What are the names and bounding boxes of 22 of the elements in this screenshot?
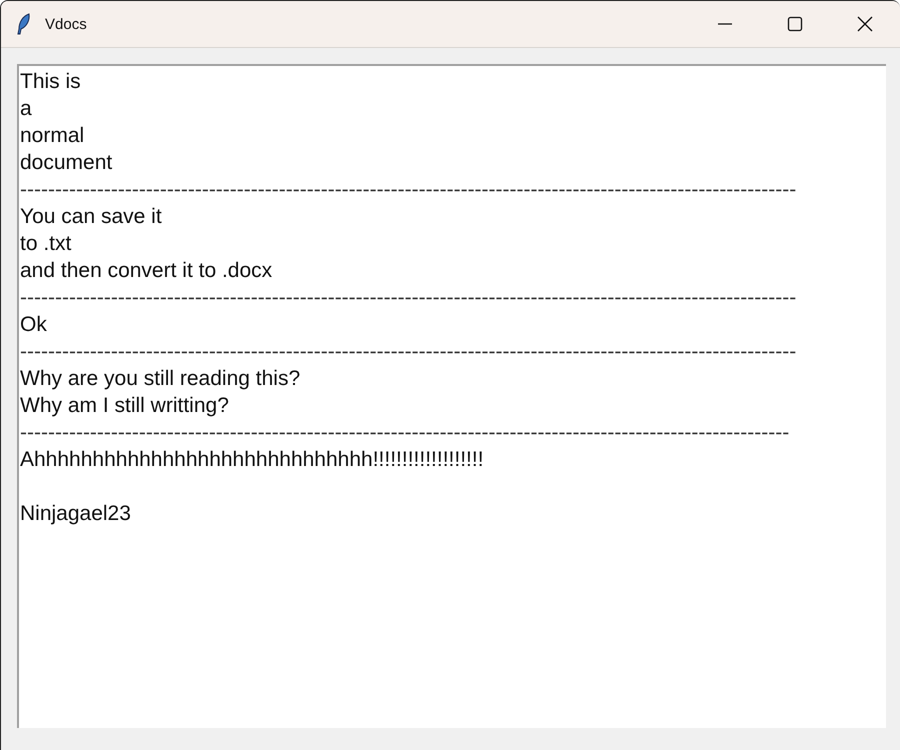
minimize-icon (717, 23, 733, 25)
text-line: Ok (20, 312, 47, 338)
dashed-separator: --------------------------------------------------------------------------------------------------------------- (20, 285, 796, 311)
text-line: document (20, 150, 112, 176)
dashed-separator: -------------------------------------------------------------------------------------------------------------- (20, 420, 790, 446)
text-line: to .txt (20, 231, 72, 257)
dashed-separator: --------------------------------------------------------------------------------------------------------------- (20, 339, 796, 365)
text-line: and then convert it to .docx (20, 258, 272, 284)
dashed-separator: --------------------------------------------------------------------------------------------------------------- (20, 177, 796, 203)
close-icon (857, 16, 873, 32)
maximize-icon (787, 16, 803, 32)
text-line: a (20, 96, 32, 122)
window-title: Vdocs (45, 16, 88, 32)
feather-icon (16, 13, 32, 35)
text-line: Why are you still reading this? (20, 366, 300, 392)
text-line: Ahhhhhhhhhhhhhhhhhhhhhhhhhhhhh!!!!!!!!!!!!!!!!!!! (20, 447, 484, 473)
text-line: Why am I still writting? (20, 393, 229, 419)
text-line: normal (20, 123, 84, 149)
text-line: This is (20, 69, 81, 95)
text-editor[interactable] (17, 64, 886, 728)
text-line: You can save it (20, 204, 162, 230)
text-line: Ninjagael23 (20, 501, 131, 527)
